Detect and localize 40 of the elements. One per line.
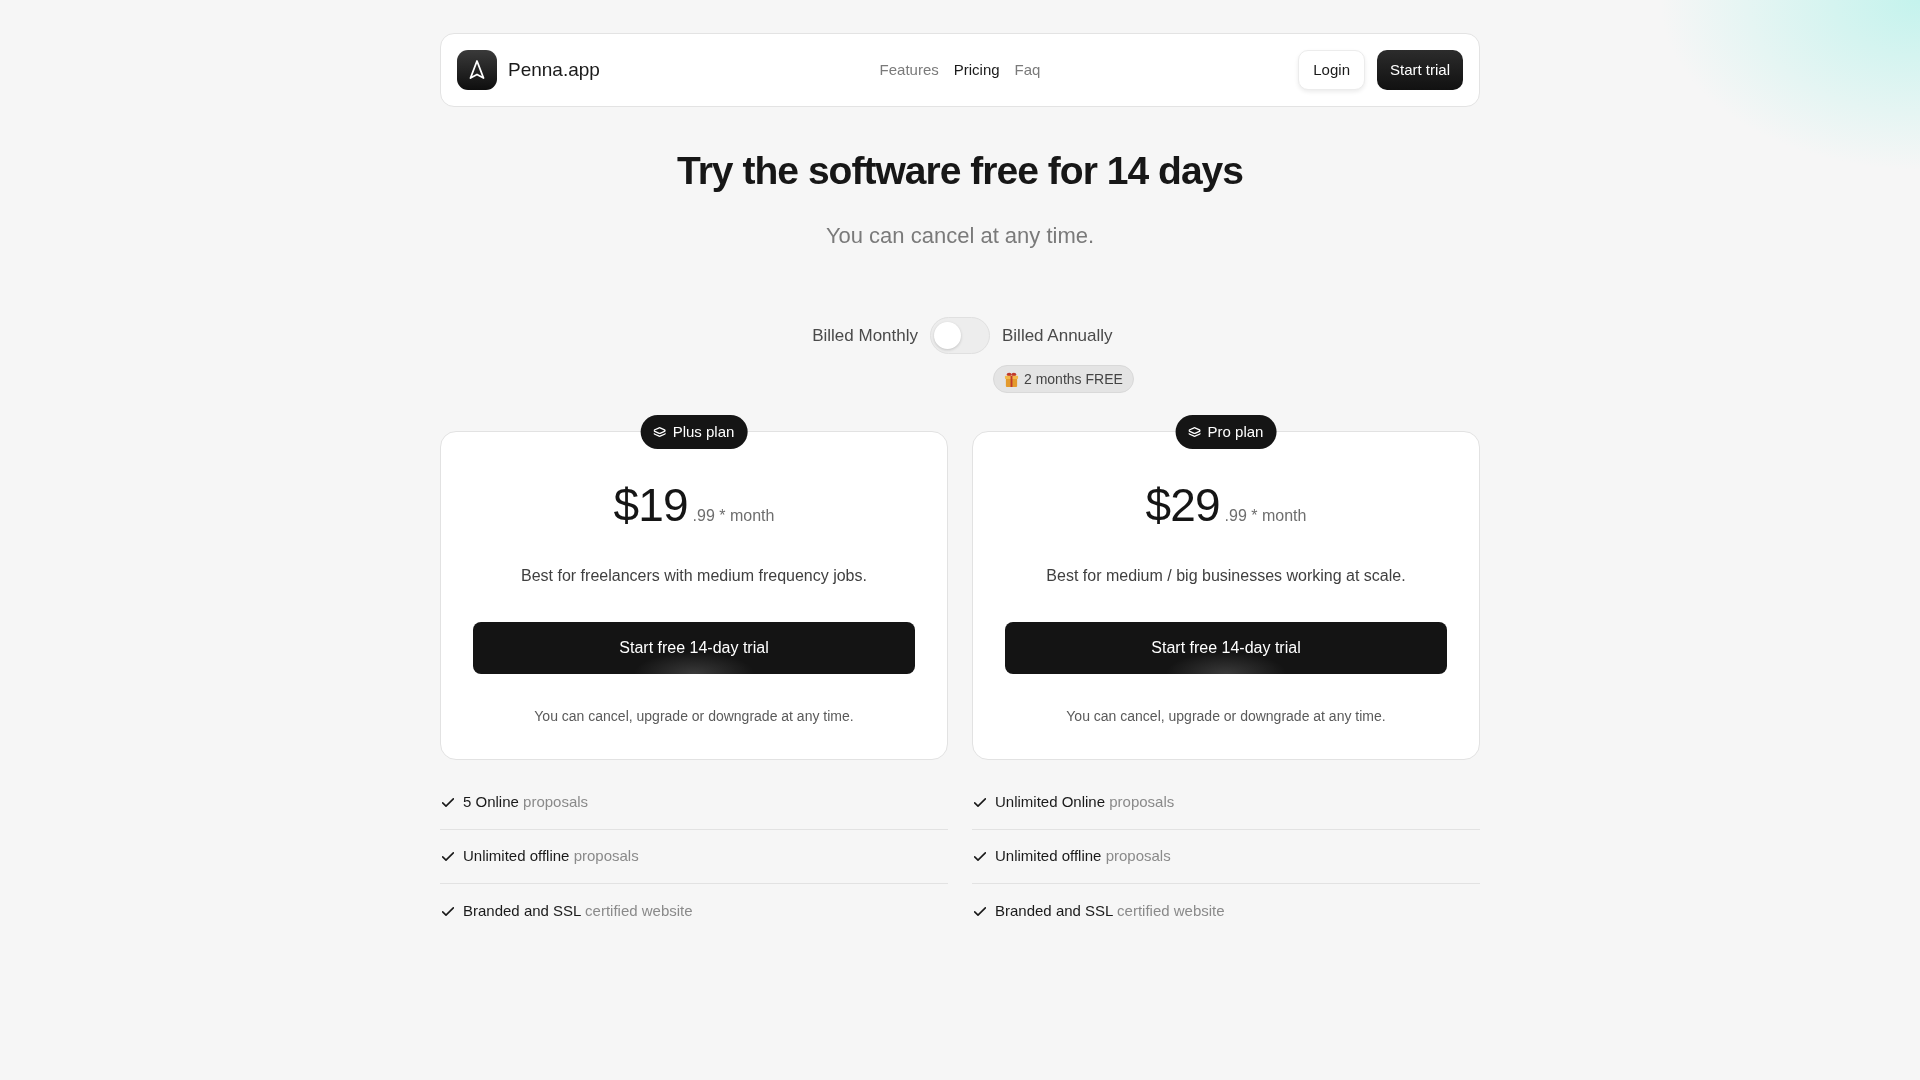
nav-link[interactable]: Faq <box>1014 58 1041 82</box>
plan-price: $29 <box>1145 480 1220 530</box>
check-icon <box>974 852 986 861</box>
check-icon <box>442 852 454 861</box>
login-button[interactable]: Login <box>1298 50 1365 90</box>
check-icon <box>442 798 454 807</box>
feature-text: Unlimited offline proposals <box>995 846 1171 867</box>
billing-option-label: Billed Monthly <box>812 324 918 347</box>
nav-link[interactable]: Features <box>879 58 939 82</box>
billing-option-label: Billed Annually <box>1002 324 1113 347</box>
gift-icon <box>1004 371 1019 387</box>
logo-icon <box>457 50 497 90</box>
layers-icon <box>1188 427 1201 437</box>
page-subtitle: You can cancel at any time. <box>825 222 1095 250</box>
brand-name: Penna.app <box>508 57 600 82</box>
check-icon <box>442 906 454 916</box>
feature-text: 5 Online proposals <box>463 792 589 813</box>
page-title: Try the software free for 14 days <box>676 148 1244 194</box>
feature-text: Branded and SSL certified website <box>995 900 1225 921</box>
billing-toggle[interactable] <box>930 317 990 354</box>
start-trial-button[interactable]: Start trial <box>1377 50 1463 90</box>
plan-note: You can cancel, upgrade or downgrade at any time. <box>1066 707 1386 726</box>
check-icon <box>974 798 986 807</box>
layers-icon <box>653 427 666 437</box>
price-period: .99 * month <box>1224 506 1307 526</box>
start-free-trial-button[interactable]: Start free 14-day trial <box>473 622 915 674</box>
plan-name: Pro plan <box>1207 421 1264 442</box>
plan-description: Best for medium / big businesses working at scale. <box>1046 566 1406 586</box>
plan-description: Best for freelancers with medium frequency jobs. <box>521 566 867 586</box>
plan-note: You can cancel, upgrade or downgrade at any time. <box>534 707 854 726</box>
plan-price: $19 <box>613 480 688 530</box>
check-icon <box>974 906 986 916</box>
feature-text: Branded and SSL certified website <box>463 900 693 921</box>
feature-text: Unlimited offline proposals <box>463 846 639 867</box>
start-free-trial-button[interactable]: Start free 14-day trial <box>1005 622 1447 674</box>
discount-text: 2 months FREE <box>1024 369 1123 389</box>
price-period: .99 * month <box>692 506 775 526</box>
plan-name: Plus plan <box>672 421 735 442</box>
nav-link[interactable]: Pricing <box>953 58 1000 82</box>
feature-text: Unlimited Online proposals <box>995 792 1175 813</box>
